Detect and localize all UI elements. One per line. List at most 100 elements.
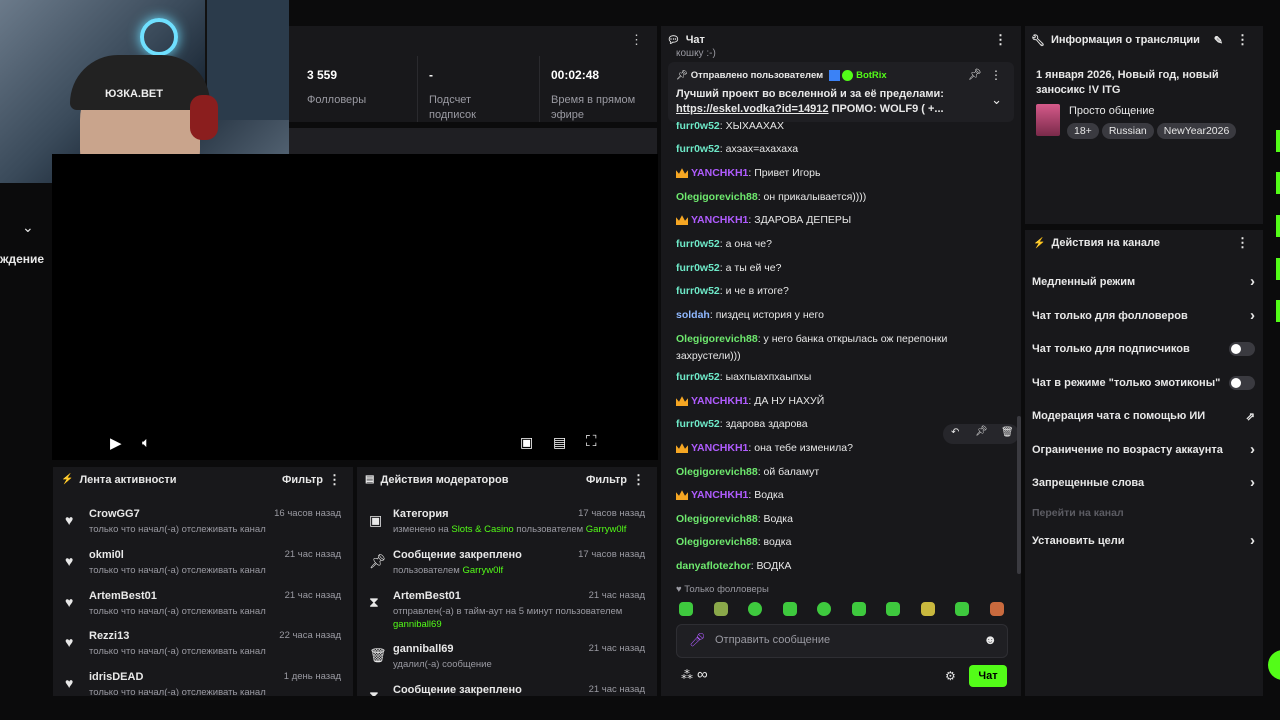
emote-icon[interactable] xyxy=(886,602,900,616)
action-followers-only-chat[interactable]: Чат только для фолловеров › xyxy=(1032,307,1255,324)
chat-username[interactable]: YANCHKH1 xyxy=(691,214,748,226)
activity-item[interactable]: ♥ okmi0l 21 час назад только что начал(-… xyxy=(53,545,353,585)
chat-scrollbar[interactable] xyxy=(1017,416,1021,574)
tag[interactable]: 18+ xyxy=(1067,123,1099,139)
chat-message[interactable]: furr0w52: ыахпыахпхаыпхы xyxy=(676,369,976,386)
mod-action-item[interactable]: 🗑︎ ganniball69 21 час назад удалил(-а) с… xyxy=(357,639,657,679)
chat-message[interactable]: Olegigorevich88: ой баламут xyxy=(676,464,976,481)
chat-message[interactable]: furr0w52: а она че? xyxy=(676,236,976,253)
mod-action-item[interactable]: ⧗ Сообщение закреплено 21 час назад xyxy=(357,680,657,696)
chat-username[interactable]: Olegigorevich88 xyxy=(676,513,758,525)
chat-username[interactable]: Olegigorevich88 xyxy=(676,466,758,478)
more-options-icon[interactable]: ⋮ xyxy=(328,472,341,488)
chat-username[interactable]: YANCHKH1 xyxy=(691,395,748,407)
mod-action-item[interactable]: 📌︎ Сообщение закреплено 17 часов назад п… xyxy=(357,545,657,585)
settings-icon[interactable]: ⚙ xyxy=(945,669,956,683)
picture-in-picture-icon[interactable]: ▣ xyxy=(520,434,533,451)
chat-message[interactable]: YANCHKH1: она тебе изменила? xyxy=(676,440,976,457)
chat-username[interactable]: furr0w52 xyxy=(676,262,720,274)
chat-username[interactable]: soldah xyxy=(676,309,710,321)
chat-message[interactable]: Olegigorevich88: водка xyxy=(676,534,976,551)
activity-item[interactable]: ♥ ArtemBest01 21 час назад только что на… xyxy=(53,586,353,626)
chevron-down-icon[interactable]: ⌄ xyxy=(991,92,1002,108)
action-banned-words[interactable]: Запрещенные слова › xyxy=(1032,474,1255,491)
emote-icon[interactable] xyxy=(679,602,693,616)
pin-icon[interactable]: 📌︎ xyxy=(968,68,982,81)
send-chat-button[interactable]: Чат xyxy=(969,665,1007,687)
action-slow-mode[interactable]: Медленный режим › xyxy=(1032,273,1255,290)
toggle-switch[interactable] xyxy=(1229,376,1255,390)
chat-message[interactable]: YANCHKH1: ДА НУ НАХУЙ xyxy=(676,393,976,410)
emote-icon[interactable] xyxy=(955,602,969,616)
chat-input-placeholder[interactable]: Отправить сообщение xyxy=(715,634,830,646)
trash-icon[interactable]: 🗑︎ xyxy=(1001,427,1014,438)
tag[interactable]: NewYear2026 xyxy=(1156,123,1237,139)
chat-message[interactable]: Olegigorevich88: у него банка открылась … xyxy=(676,331,976,365)
chat-username[interactable]: furr0w52 xyxy=(676,418,720,430)
action-go-to-channel[interactable]: Перейти на канал xyxy=(1032,507,1255,519)
mod-action-item[interactable]: ⧗ ArtemBest01 21 час назад отправлен(-а)… xyxy=(357,586,657,630)
category-thumbnail[interactable] xyxy=(1036,104,1060,136)
video-player[interactable]: ▶ 🔈︎ ▣ ▤ ⛶ xyxy=(52,154,658,460)
activity-user[interactable]: Rezzi13 xyxy=(89,630,129,642)
action-emotes-only-chat[interactable]: Чат в режиме "только эмотиконы" xyxy=(1032,376,1255,390)
user-link[interactable]: ganniball69 xyxy=(393,619,442,630)
chat-message[interactable]: YANCHKH1: ЗДАРОВА ДЕПЕРЫ xyxy=(676,212,976,229)
activity-item[interactable]: ♥ idrisDEAD 1 день назад только что нача… xyxy=(53,667,353,696)
chat-username[interactable]: Olegigorevich88 xyxy=(676,191,758,203)
chat-username[interactable]: furr0w52 xyxy=(676,143,720,155)
action-set-goals[interactable]: Установить цели › xyxy=(1032,532,1255,549)
chat-message[interactable]: furr0w52: ахэах=ахахаха xyxy=(676,141,976,158)
chat-username[interactable]: furr0w52 xyxy=(676,285,720,297)
chat-message[interactable]: danyaflotezhor: ВОДКА xyxy=(676,558,976,575)
reply-icon[interactable]: ↶ xyxy=(951,427,959,438)
chat-message[interactable]: YANCHKH1: Привет Игорь xyxy=(676,165,976,182)
emote-icon[interactable] xyxy=(852,602,866,616)
fullscreen-icon[interactable]: ⛶ xyxy=(586,433,597,450)
emoji-icon[interactable]: ☻ xyxy=(983,632,997,647)
more-options-icon[interactable]: ⋮ xyxy=(994,32,1007,48)
emote-icon[interactable] xyxy=(748,602,762,616)
mod-action-item[interactable]: ▣ Категория 17 часов назад изменено на S… xyxy=(357,504,657,544)
user-link[interactable]: Garryw0lf xyxy=(586,524,627,535)
activity-user[interactable]: idrisDEAD xyxy=(89,671,143,683)
emote-icon[interactable] xyxy=(921,602,935,616)
toggle-switch[interactable] xyxy=(1229,342,1255,356)
chat-message[interactable]: soldah: пиздец история у него xyxy=(676,307,976,324)
emote-icon[interactable] xyxy=(990,602,1004,616)
chat-message[interactable]: Olegigorevich88: Водка xyxy=(676,511,976,528)
edit-icon[interactable]: ✎ xyxy=(1214,34,1223,47)
activity-item[interactable]: ♥ CrowGG7 16 часов назад только что нача… xyxy=(53,504,353,544)
chat-message[interactable]: YANCHKH1: Водка xyxy=(676,487,976,504)
pinned-link[interactable]: https://eskel.vodka?id=14912 xyxy=(676,103,829,115)
theater-mode-icon[interactable]: ▤ xyxy=(553,434,566,451)
activity-user[interactable]: okmi0l xyxy=(89,549,124,561)
points-icon[interactable]: ⁂ xyxy=(681,668,693,682)
emote-icon[interactable] xyxy=(817,602,831,616)
more-options-icon[interactable]: ⋮ xyxy=(1236,32,1249,48)
pin-icon[interactable]: 📌︎ xyxy=(975,426,988,437)
more-options-icon[interactable]: ⋮ xyxy=(632,472,645,488)
floating-action-icon[interactable] xyxy=(1268,650,1280,680)
chat-username[interactable]: Olegigorevich88 xyxy=(676,333,758,345)
more-options-icon[interactable]: ⋮ xyxy=(630,32,643,48)
category-link[interactable]: Slots & Casino xyxy=(451,524,513,535)
chat-input[interactable]: 🎤︎ Отправить сообщение ☻ xyxy=(676,624,1008,658)
chat-username[interactable]: furr0w52 xyxy=(676,371,720,383)
more-options-icon[interactable]: ⋮ xyxy=(990,68,1002,82)
chat-username[interactable]: YANCHKH1 xyxy=(691,442,748,454)
activity-user[interactable]: CrowGG7 xyxy=(89,508,140,520)
chat-username[interactable]: Olegigorevich88 xyxy=(676,536,758,548)
chat-message[interactable]: furr0w52: и че в итоге? xyxy=(676,283,976,300)
pinned-user[interactable]: BotRix xyxy=(856,70,887,81)
chat-username[interactable]: YANCHKH1 xyxy=(691,167,748,179)
activity-user[interactable]: ArtemBest01 xyxy=(89,590,157,602)
chat-message[interactable]: furr0w52: здарова здарова xyxy=(676,416,976,433)
volume-icon[interactable]: 🔈︎ xyxy=(142,434,150,451)
emote-icon[interactable] xyxy=(783,602,797,616)
infinity-icon[interactable]: ∞ xyxy=(697,666,708,683)
more-options-icon[interactable]: ⋮ xyxy=(1236,235,1249,251)
emote-icon[interactable] xyxy=(714,602,728,616)
chat-message[interactable]: Olegigorevich88: он прикалывается)))) xyxy=(676,189,976,206)
activity-item[interactable]: ♥ Rezzi13 22 часа назад только что начал… xyxy=(53,626,353,666)
